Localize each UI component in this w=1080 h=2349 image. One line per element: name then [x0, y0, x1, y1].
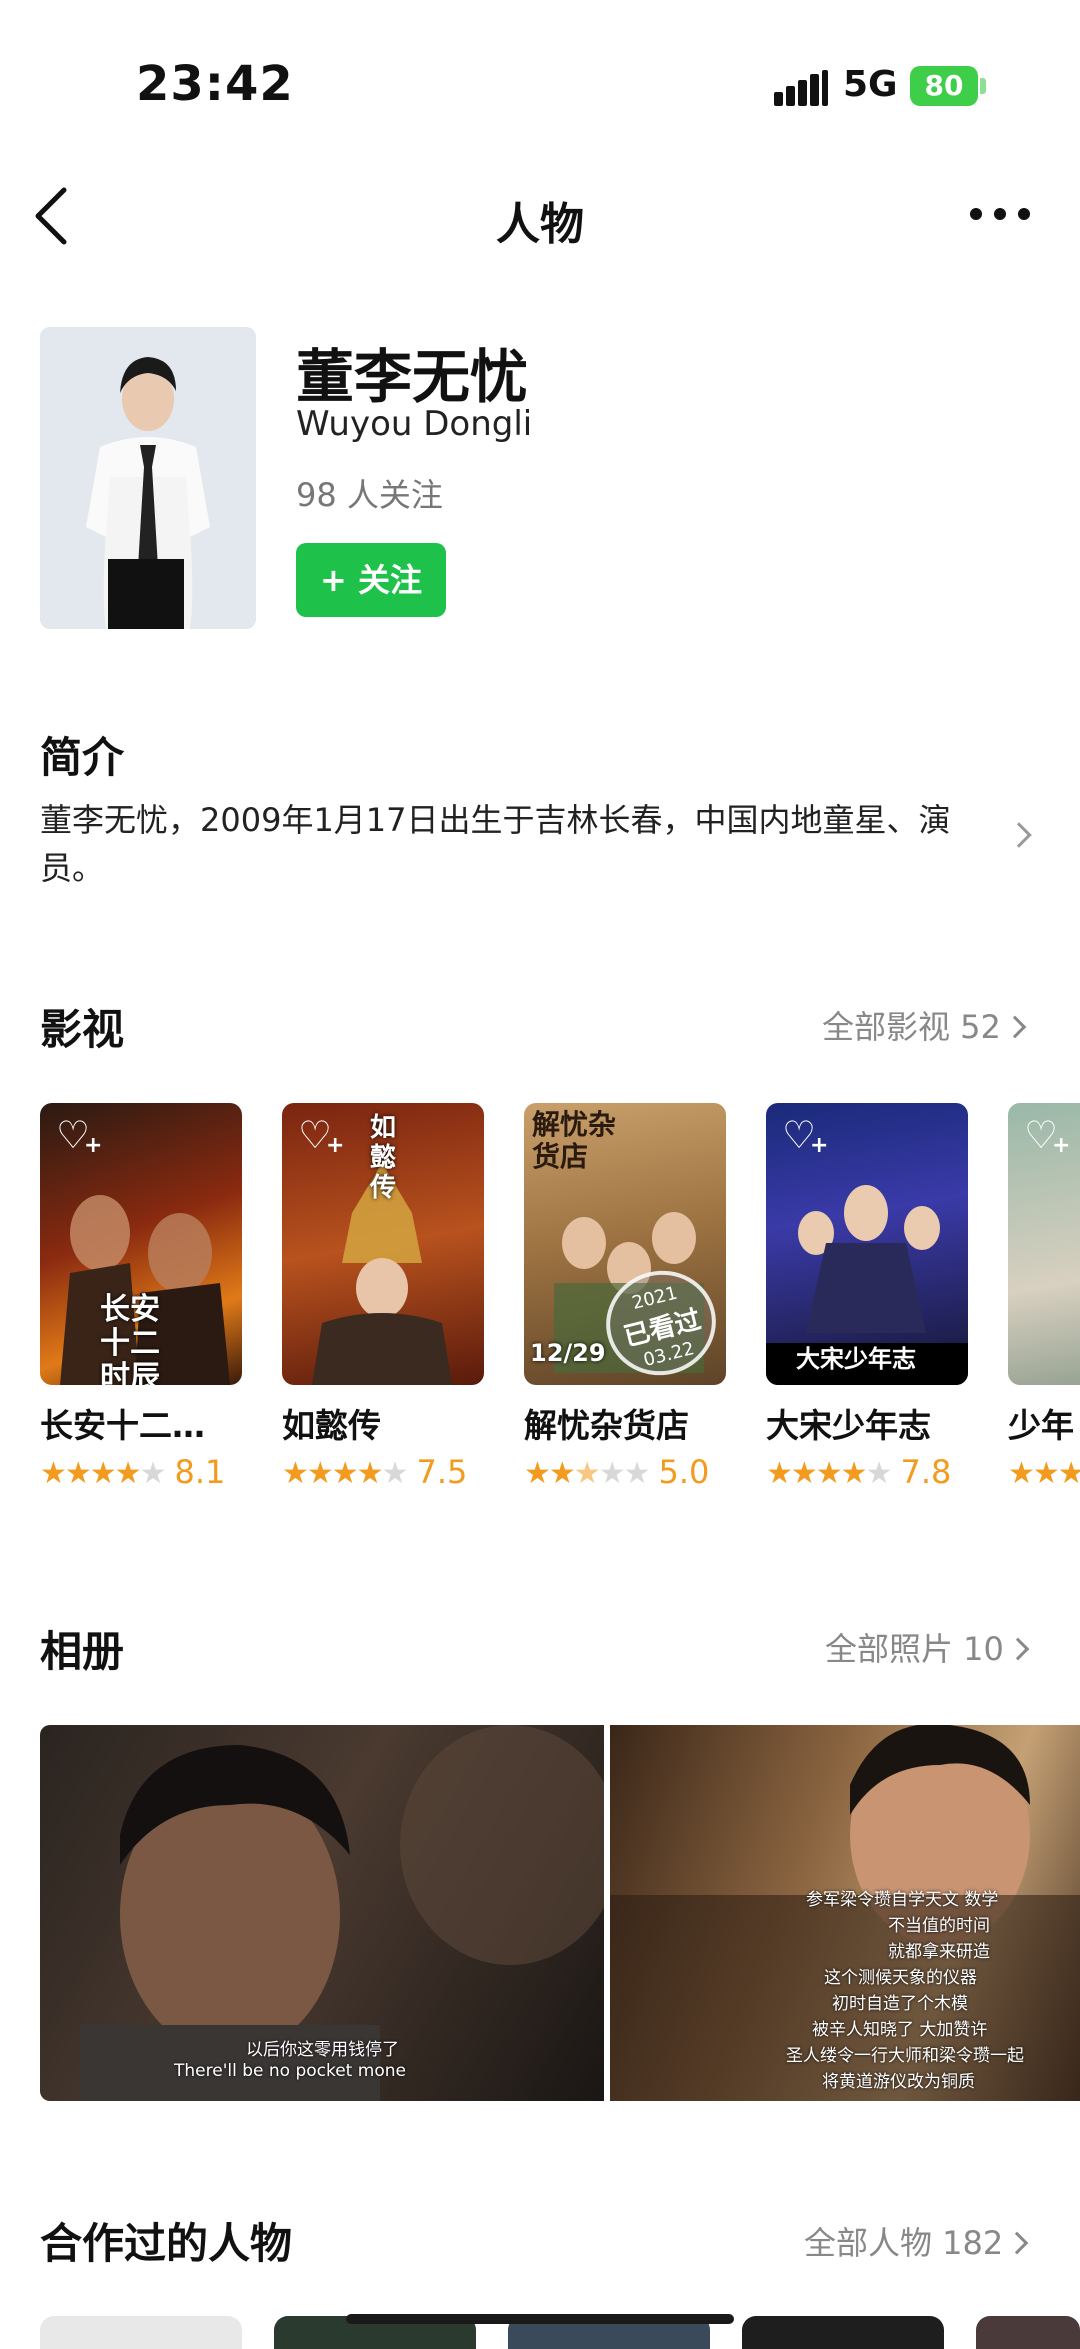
follow-button[interactable]: + 关注 — [296, 543, 446, 617]
photo-subtitle-line: 初时自造了个木模 — [832, 1994, 968, 2014]
chevron-right-icon — [1005, 2231, 1029, 2255]
battery-tip — [980, 78, 986, 94]
network-label: 5G — [843, 64, 898, 105]
film-card[interactable]: 如懿传 ♡ + 如懿传 ★★★★★ 7.5 — [282, 1103, 484, 1491]
film-score: 7.8 — [900, 1453, 952, 1491]
chevron-right-icon[interactable] — [1006, 822, 1032, 848]
poster-title: 大宋少年志 — [796, 1345, 916, 1373]
avatar[interactable] — [40, 327, 256, 629]
rating-stars: ★★★★★ — [524, 1456, 650, 1491]
film-poster[interactable]: 长安十二时辰 ♡ + — [40, 1103, 242, 1385]
all-films-link[interactable]: 全部影视 52 — [822, 1002, 1027, 1048]
poster-date: 12/29 — [530, 1339, 606, 1367]
all-films-label: 全部影视 52 — [822, 1008, 1001, 1046]
person-card[interactable] — [40, 2316, 242, 2349]
film-rating: ★★★★★ 5.0 — [524, 1453, 726, 1491]
all-people-label: 全部人物 182 — [804, 2224, 1004, 2262]
all-photos-link[interactable]: 全部照片 10 — [825, 1624, 1030, 1670]
plus-icon: + — [84, 1133, 103, 1158]
film-rating: ★★★ — [1008, 1453, 1080, 1491]
film-card[interactable]: 解忧杂货店 12/29 2021 已看过 03.22 解忧杂货店 ★★★★★ 5.… — [524, 1103, 726, 1491]
all-photos-label: 全部照片 10 — [825, 1630, 1004, 1668]
poster-title: 解忧杂货店 — [532, 1108, 617, 1173]
chevron-right-icon — [1003, 1015, 1027, 1039]
person-name: 董李无忧 — [296, 343, 529, 411]
chevron-right-icon — [1006, 1637, 1030, 1661]
film-card[interactable]: 大宋少年志 ♡ + 大宋少年志 ★★★★★ 7.8 — [766, 1103, 968, 1491]
film-poster[interactable]: 解忧杂货店 12/29 2021 已看过 03.22 — [524, 1103, 726, 1385]
person-card[interactable] — [976, 2316, 1080, 2349]
photo-subtitle-cn: 以后你这零用钱停了 — [246, 2040, 399, 2060]
plus-icon: + — [326, 1133, 345, 1158]
film-score: 8.1 — [174, 1453, 226, 1491]
plus-icon: + — [1052, 1133, 1071, 1158]
photo-subtitle-line: 不当值的时间 — [888, 1916, 990, 1936]
film-poster[interactable]: ♡ + — [1008, 1103, 1080, 1385]
rating-stars: ★★★★★ — [40, 1456, 166, 1491]
film-score: 7.5 — [416, 1453, 468, 1491]
photo-subtitle-line: 这个测候天象的仪器 — [824, 1968, 977, 1988]
more-icon[interactable] — [970, 204, 1030, 224]
bio-text[interactable]: 董李无忧，2009年1月17日出生于吉林长春，中国内地童星、演员。 — [40, 796, 980, 892]
poster-title: 如懿传 — [370, 1113, 397, 1203]
plus-icon: + — [810, 1133, 829, 1158]
page-title: 人物 — [496, 199, 584, 250]
film-title: 少年 — [1008, 1406, 1074, 1445]
all-people-link[interactable]: 全部人物 182 — [804, 2218, 1029, 2264]
film-title: 解忧杂货店 — [524, 1406, 689, 1445]
film-card[interactable]: ♡ + 少年 ★★★ — [1008, 1103, 1080, 1491]
film-poster[interactable]: 大宋少年志 ♡ + — [766, 1103, 968, 1385]
people-section-title: 合作过的人物 — [40, 2219, 293, 2268]
film-card[interactable]: 长安十二时辰 ♡ + 长安十二… ★★★★★ 8.1 — [40, 1103, 242, 1491]
follower-count: 98 人关注 — [296, 476, 443, 514]
album-photo[interactable]: 参军梁令瓒自学天文 数学 不当值的时间 就都拿来研造 这个测候天象的仪器 初时自… — [610, 1725, 1080, 2101]
film-rating: ★★★★★ 7.5 — [282, 1453, 484, 1491]
album-section-title: 相册 — [40, 1627, 125, 1676]
album-photo[interactable]: 以后你这零用钱停了 There'll be no pocket mone — [40, 1725, 604, 2101]
photo-subtitle-en: There'll be no pocket mone — [174, 2061, 406, 2081]
film-rating: ★★★★★ 7.8 — [766, 1453, 968, 1491]
photo-subtitle-line: 将黄道游仪改为铜质 — [822, 2072, 975, 2092]
film-score: 5.0 — [658, 1453, 710, 1491]
battery-icon: 80 — [910, 66, 978, 106]
photo-subtitle-line: 被辛人知晓了 大加赞许 — [812, 2020, 988, 2040]
rating-stars: ★★★★★ — [282, 1456, 408, 1491]
film-title: 如懿传 — [282, 1406, 381, 1445]
film-poster[interactable]: 如懿传 ♡ + — [282, 1103, 484, 1385]
photo-subtitle-line: 就都拿来研造 — [888, 1942, 990, 1962]
poster-title: 长安十二时辰 — [100, 1292, 160, 1386]
home-indicator — [346, 2314, 734, 2324]
bio-section-title: 简介 — [40, 733, 125, 782]
person-card[interactable] — [742, 2316, 944, 2349]
film-rating: ★★★★★ 8.1 — [40, 1453, 242, 1491]
photo-subtitle-line: 圣人缕令一行大师和梁令瓒一起 — [786, 2046, 1024, 2066]
film-title: 长安十二… — [40, 1406, 205, 1445]
status-time: 23:42 — [136, 56, 294, 112]
rating-stars: ★★★★★ — [766, 1456, 892, 1491]
rating-stars: ★★★ — [1008, 1456, 1080, 1491]
films-section-title: 影视 — [40, 1005, 125, 1054]
signal-icon — [774, 70, 828, 106]
photo-subtitle-line: 参军梁令瓒自学天文 数学 — [806, 1890, 999, 1910]
film-title: 大宋少年志 — [766, 1406, 931, 1445]
person-name-en: Wuyou Dongli — [296, 404, 533, 444]
